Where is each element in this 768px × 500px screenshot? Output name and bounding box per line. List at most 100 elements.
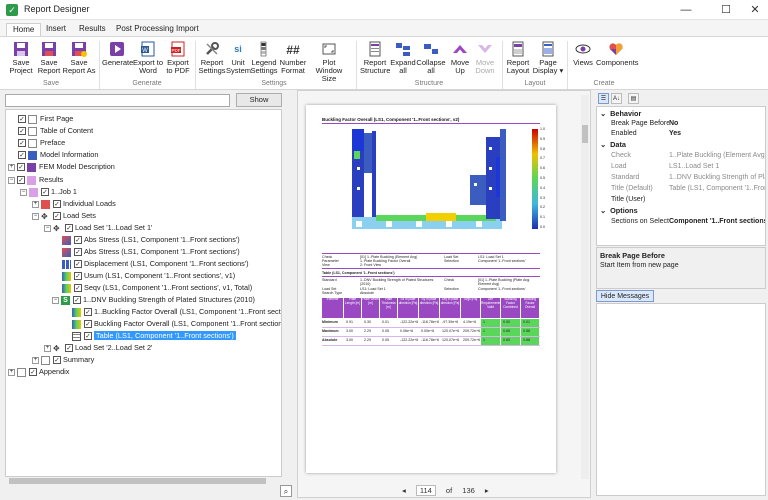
prop-value[interactable]: 1..Plate Buckling (Element Avg) — [669, 151, 765, 161]
checkbox[interactable]: ✓ — [74, 272, 82, 281]
tree-item-load-sets[interactable]: − ✥ ✓ Load Sets — [32, 210, 96, 221]
categorized-icon[interactable]: ☰ — [598, 93, 609, 104]
save-report-as-button[interactable]: Save Report As — [62, 41, 96, 75]
prop-value[interactable]: Yes — [669, 129, 765, 139]
checkbox[interactable]: ✓ — [84, 320, 92, 329]
checkbox[interactable]: ✓ — [74, 236, 82, 245]
components-button[interactable]: Components — [596, 41, 639, 67]
export-word-button[interactable]: W Export to Word — [132, 41, 164, 75]
prop-check[interactable]: Check 1..Plate Buckling (Element Avg) — [597, 151, 765, 161]
tree-item-abs-stress-2[interactable]: ✓ Abs Stress (LS1, Component '1..Front se… — [62, 246, 240, 257]
tree-item-load-set-1[interactable]: − ✥ ✓ Load Set '1..Load Set 1' — [44, 222, 152, 233]
tree-search-input[interactable] — [5, 94, 230, 107]
prop-break-page-before[interactable]: Break Page Before No — [597, 119, 765, 129]
tree-item-individual-loads[interactable]: + ✓ Individual Loads — [32, 198, 116, 209]
scrollbar-thumb[interactable] — [9, 478, 266, 484]
prev-page-button[interactable]: ◂ — [402, 486, 406, 495]
report-layout-button[interactable]: Report Layout — [505, 41, 531, 75]
prop-title-user[interactable]: Title (User) — [597, 195, 765, 205]
checkbox[interactable]: ✓ — [29, 368, 37, 377]
tree-item-results[interactable]: − ✓ Results — [8, 174, 63, 185]
category-options[interactable]: ⌄ Options — [597, 206, 765, 216]
checkbox[interactable]: ✓ — [18, 151, 26, 160]
collapse-toggle[interactable]: − — [20, 188, 27, 196]
save-report-button[interactable]: Save Report — [36, 41, 62, 75]
checkbox[interactable]: ✓ — [74, 260, 82, 269]
expand-all-button[interactable]: Expand all — [390, 41, 416, 75]
save-project-button[interactable]: Save Project — [6, 41, 36, 75]
export-pdf-button[interactable]: PDF Export to PDF — [164, 41, 192, 75]
tab-results[interactable]: Results — [73, 23, 112, 36]
expand-toggle[interactable]: + — [8, 368, 15, 376]
unit-system-button[interactable]: si Unit System — [226, 41, 251, 75]
collapse-toggle[interactable]: − — [44, 224, 51, 232]
checkbox[interactable]: ✓ — [65, 344, 73, 353]
collapse-toggle[interactable]: − — [8, 176, 15, 184]
checkbox[interactable]: ✓ — [84, 332, 92, 341]
collapse-toggle[interactable]: − — [32, 212, 39, 220]
prop-enabled[interactable]: Enabled Yes — [597, 129, 765, 139]
prop-value[interactable]: 1..DNV Buckling Strength of Pla — [669, 173, 765, 183]
tree-item-dnv-buckling[interactable]: − S ✓ 1..DNV Buckling Strength of Plated St… — [52, 294, 255, 305]
category-data[interactable]: ⌄ Data — [597, 140, 765, 150]
tab-insert[interactable]: Insert — [40, 23, 72, 36]
tree-item-seqv[interactable]: ✓ Seqv (LS1, Component '1..Front sections… — [62, 282, 252, 293]
tab-home[interactable]: Home — [6, 23, 42, 36]
prop-value[interactable]: LS1..Load Set 1 — [669, 162, 765, 172]
prop-load[interactable]: Load LS1..Load Set 1 — [597, 162, 765, 172]
tree-horizontal-scrollbar[interactable] — [5, 477, 282, 485]
legend-settings-button[interactable]: Legend Settings — [250, 41, 278, 75]
tree-item-buckling-factor-v1[interactable]: ✓ 1..Buckling Factor Overall (LS1, Compon… — [72, 306, 281, 317]
checkbox[interactable]: ✓ — [53, 212, 61, 221]
close-button[interactable]: ✕ — [742, 2, 768, 18]
checkbox[interactable]: ✓ — [17, 176, 25, 185]
prop-title-default[interactable]: Title (Default) Table (LS1, Component '1.… — [597, 184, 765, 194]
prop-sections-on-selection[interactable]: Sections on Selecti Component '1..Front s… — [597, 217, 765, 227]
move-up-button[interactable]: Move Up — [448, 41, 472, 75]
tree-item-table-selected[interactable]: ✓ Table (LS1, Component '1..Front section… — [72, 330, 236, 341]
expand-toggle[interactable]: + — [32, 200, 39, 208]
plot-window-size-button[interactable]: Plot Window Size — [308, 41, 350, 83]
checkbox[interactable]: ✓ — [18, 127, 26, 136]
checkbox[interactable]: ✓ — [53, 200, 61, 209]
property-pages-icon[interactable]: ▤ — [628, 93, 639, 104]
sort-alpha-icon[interactable]: A↓ — [611, 93, 622, 104]
checkbox[interactable]: ✓ — [18, 139, 26, 148]
views-button[interactable]: Views — [572, 41, 594, 67]
search-icon[interactable]: ⌕ — [280, 485, 292, 497]
maximize-button[interactable]: ☐ — [713, 2, 739, 18]
tree-item-abs-stress-1[interactable]: ✓ Abs Stress (LS1, Component '1..Front se… — [62, 234, 240, 245]
move-down-button[interactable]: Move Down — [472, 41, 498, 75]
number-format-button[interactable]: ## Number Format — [278, 41, 308, 75]
current-page-number[interactable]: 114 — [415, 485, 436, 496]
next-page-button[interactable]: ▸ — [485, 486, 489, 495]
scrollbar-thumb[interactable] — [582, 125, 588, 143]
checkbox[interactable]: ✓ — [65, 224, 73, 233]
collapse-all-button[interactable]: Collapse all — [416, 41, 446, 75]
tree-item-job-1[interactable]: − ✓ 1..Job 1 — [20, 186, 77, 197]
report-settings-button[interactable]: Report Settings — [198, 41, 226, 75]
hide-messages-button[interactable]: Hide Messages — [596, 290, 654, 302]
tree-item-appendix[interactable]: + ✓ Appendix — [8, 366, 69, 377]
preview-vertical-scrollbar[interactable] — [581, 95, 589, 479]
show-parents-button[interactable]: Show Parents — [236, 93, 282, 116]
tab-import[interactable]: Import — [170, 23, 205, 36]
tree-item-summary[interactable]: + ✓ Summary — [32, 354, 94, 365]
checkbox[interactable]: ✓ — [41, 188, 49, 197]
checkbox[interactable]: ✓ — [73, 296, 81, 305]
minimize-button[interactable]: — — [673, 2, 699, 18]
collapse-toggle[interactable]: − — [52, 296, 59, 304]
checkbox[interactable]: ✓ — [74, 248, 82, 257]
prop-value[interactable]: No — [669, 119, 765, 129]
prop-value[interactable]: Table (LS1, Component '1..Front s — [669, 184, 765, 194]
tree-item-first-page[interactable]: ✓ First Page — [18, 113, 73, 124]
checkbox[interactable]: ✓ — [84, 308, 92, 317]
expand-toggle[interactable]: + — [32, 356, 39, 364]
expand-toggle[interactable]: + — [8, 163, 15, 171]
tree-item-table-of-content[interactable]: ✓ Table of Content — [18, 125, 93, 136]
prop-value[interactable]: Component '1..Front sections — [669, 217, 765, 227]
report-structure-button[interactable]: Report Structure — [360, 41, 390, 75]
checkbox[interactable]: ✓ — [53, 356, 61, 365]
page-display-button[interactable]: Page Display ▾ — [532, 41, 564, 75]
generate-button[interactable]: Generate — [102, 41, 133, 67]
